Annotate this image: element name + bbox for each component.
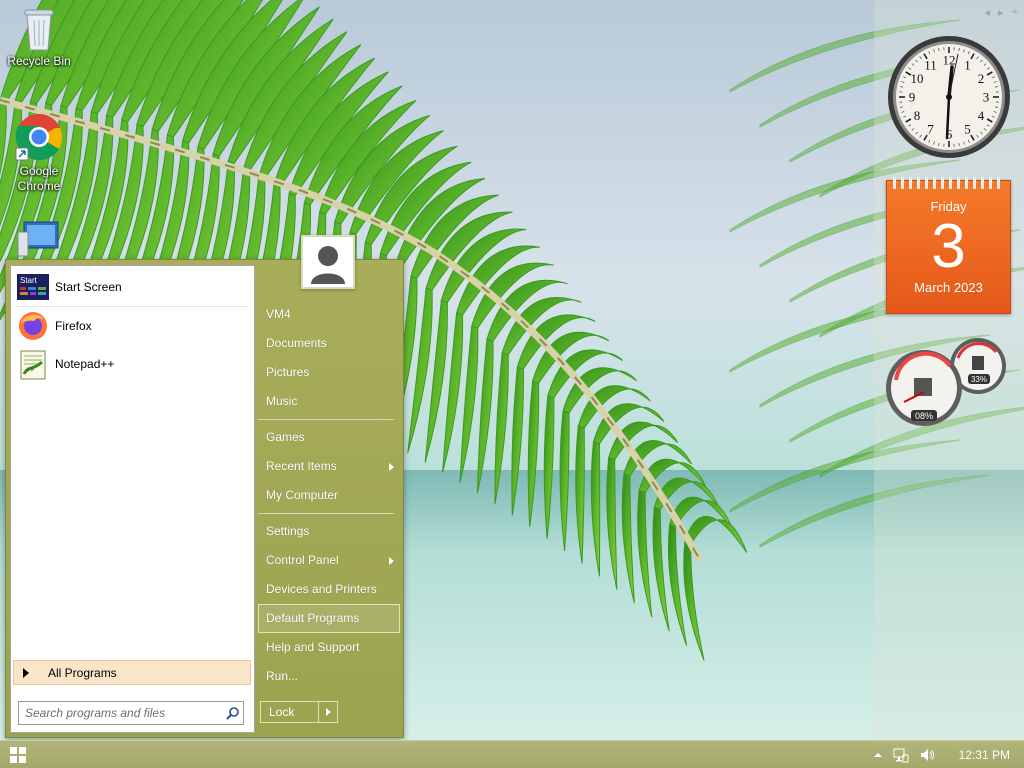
taskbar-clock[interactable]: 12:31 PM (959, 748, 1010, 762)
right-item-default-programs[interactable]: Default Programs (258, 604, 400, 633)
right-item-my-computer[interactable]: My Computer (258, 481, 400, 510)
search-input[interactable] (19, 703, 223, 723)
right-item-recent-items[interactable]: Recent Items (258, 452, 400, 481)
user-avatar[interactable] (301, 235, 355, 289)
svg-text:9: 9 (909, 90, 916, 105)
svg-text:12: 12 (943, 53, 956, 68)
start-menu-left-pane: Start Start Screen Firefox ++ Notepad++ … (10, 265, 255, 733)
right-item-label: Control Panel (266, 553, 339, 567)
search-box (18, 701, 244, 725)
show-hidden-icons-icon[interactable] (873, 750, 883, 760)
svg-text:2: 2 (978, 71, 985, 86)
all-programs-button[interactable]: All Programs (13, 660, 251, 685)
right-pane-separator (258, 419, 394, 420)
sidebar-next-icon[interactable]: ▸ (998, 6, 1004, 19)
user-icon (303, 237, 353, 287)
svg-text:1: 1 (964, 57, 971, 72)
submenu-arrow-icon (389, 463, 394, 471)
windows-start-icon[interactable] (9, 746, 27, 764)
right-item-devices-printers[interactable]: Devices and Printers (258, 575, 400, 604)
calendar-date: 3 (931, 212, 966, 281)
pinned-item-notepad-plus-plus[interactable]: ++ Notepad++ (11, 345, 254, 383)
desktop-icon-recycle-bin[interactable]: Recycle Bin (1, 6, 77, 69)
all-programs-label: All Programs (48, 665, 117, 680)
svg-text:11: 11 (924, 57, 937, 72)
sidebar-nav: ◂ ▸ + (985, 6, 1019, 19)
all-programs-arrow-icon (23, 667, 29, 678)
desktop-icon-label-line2: Chrome (17, 179, 61, 193)
right-item-vm4[interactable]: VM4 (258, 300, 400, 329)
start-menu: Start Start Screen Firefox ++ Notepad++ … (5, 235, 404, 738)
right-item-control-panel[interactable]: Control Panel (258, 546, 400, 575)
desktop-icon-google-chrome[interactable]: Google Chrome (1, 112, 77, 194)
svg-text:Start: Start (20, 276, 38, 285)
submenu-arrow-icon (389, 557, 394, 565)
right-item-games[interactable]: Games (258, 423, 400, 452)
right-item-settings[interactable]: Settings (258, 517, 400, 546)
cpu-meter-gadget[interactable]: 33% 08% (884, 336, 1012, 436)
right-item-label: Recent Items (266, 459, 337, 473)
pinned-item-label: Firefox (55, 319, 92, 333)
right-item-run[interactable]: Run... (258, 662, 400, 691)
desktop-icon-label-line1: Google (19, 164, 59, 178)
calendar-gadget[interactable]: Friday 3 March 2023 (886, 177, 1011, 314)
clock-gadget[interactable]: 1234567891011 12 (886, 34, 1012, 160)
volume-icon[interactable] (919, 747, 935, 763)
right-item-help-support[interactable]: Help and Support (258, 633, 400, 662)
svg-text:4: 4 (978, 108, 985, 123)
meter-memory-value: 33% (971, 375, 987, 384)
sidebar-prev-icon[interactable]: ◂ (985, 6, 991, 19)
svg-text:7: 7 (927, 122, 934, 137)
recycle-bin-icon (24, 9, 54, 51)
meter-cpu-value: 08% (915, 411, 933, 421)
computer-icon (17, 221, 59, 257)
lock-button-label: Lock (261, 702, 319, 722)
right-item-documents[interactable]: Documents (258, 329, 400, 358)
calendar-month: March 2023 (914, 280, 983, 295)
start-menu-right-pane: VM4 Documents Pictures Music Games Recen… (258, 300, 400, 691)
pinned-item-start-screen[interactable]: Start Start Screen (11, 268, 254, 306)
right-pane-separator (258, 513, 394, 514)
chrome-icon (15, 114, 63, 161)
svg-text:8: 8 (914, 108, 921, 123)
firefox-icon (17, 310, 49, 342)
right-item-pictures[interactable]: Pictures (258, 358, 400, 387)
desktop-icon-computer[interactable] (1, 218, 77, 260)
desktop-icon-label: Recycle Bin (7, 54, 71, 68)
lock-button[interactable]: Lock (260, 701, 338, 723)
notepad-plus-plus-icon: ++ (17, 348, 49, 380)
svg-text:10: 10 (910, 71, 923, 86)
svg-text:5: 5 (964, 122, 971, 137)
right-item-music[interactable]: Music (258, 387, 400, 416)
network-icon[interactable] (893, 747, 909, 763)
memory-chip-icon (972, 356, 984, 370)
taskbar: 12:31 PM (0, 740, 1024, 768)
svg-text:++: ++ (25, 365, 35, 374)
pinned-item-label: Start Screen (55, 280, 122, 294)
start-screen-icon: Start (17, 271, 49, 303)
pinned-item-label: Notepad++ (55, 357, 115, 371)
svg-text:3: 3 (983, 90, 990, 105)
pinned-item-firefox[interactable]: Firefox (11, 307, 254, 345)
calendar-rings (893, 177, 1004, 189)
power-options-arrow-icon[interactable] (319, 702, 337, 722)
sidebar-add-gadget-icon[interactable]: + (1012, 6, 1018, 19)
system-tray: 12:31 PM (873, 741, 1010, 768)
search-icon[interactable] (223, 703, 243, 723)
